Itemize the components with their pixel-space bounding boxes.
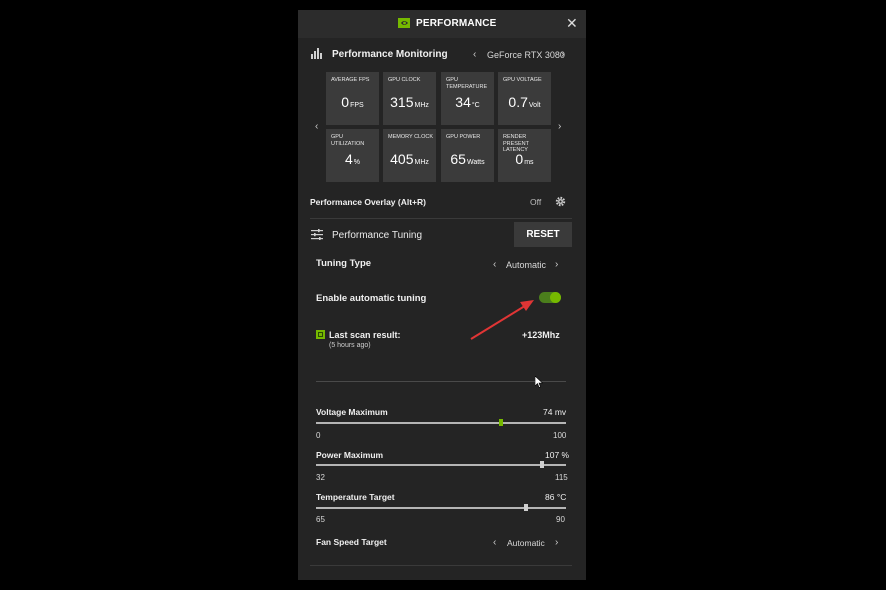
close-icon[interactable]: ✕ bbox=[566, 16, 578, 30]
sliders-icon bbox=[311, 229, 323, 240]
power-slider-track[interactable] bbox=[316, 464, 566, 466]
mouse-cursor-icon bbox=[535, 376, 543, 388]
last-scan-time: (5 hours ago) bbox=[329, 342, 371, 349]
fan-speed-next-chevron-icon[interactable]: › bbox=[555, 537, 558, 548]
bottom-divider bbox=[310, 565, 572, 566]
metric-label: GPU POWER bbox=[446, 134, 481, 140]
overlay-state[interactable]: Off bbox=[530, 197, 541, 207]
slider-value: 86 °C bbox=[545, 492, 567, 502]
fan-speed-prev-chevron-icon[interactable]: ‹ bbox=[493, 537, 496, 548]
slider-value: 107 % bbox=[545, 450, 570, 460]
performance-panel: PERFORMANCE ✕ Performance Monitoring ‹ G… bbox=[298, 10, 586, 580]
metric-tile: GPU POWER 65Watts bbox=[441, 129, 494, 182]
tuning-type-value: Automatic bbox=[506, 260, 547, 270]
tiles-prev-chevron-icon[interactable]: ‹ bbox=[315, 121, 318, 132]
reset-button[interactable]: RESET bbox=[514, 222, 572, 247]
overlay-label: Performance Overlay (Alt+R) bbox=[310, 197, 426, 207]
metric-tile: GPU VOLTAGE 0.7Volt bbox=[498, 72, 551, 125]
toggle-knob bbox=[550, 292, 561, 303]
voltage-slider-track[interactable] bbox=[316, 422, 566, 424]
slider-label: Voltage Maximum bbox=[316, 407, 388, 417]
slider-value: 74 mv bbox=[543, 407, 567, 417]
metric-tile: MEMORY CLOCK 405MHz bbox=[383, 129, 436, 182]
metric-unit: Volt bbox=[528, 102, 541, 109]
metric-value: 4 bbox=[344, 151, 353, 167]
fan-speed-value: Automatic bbox=[507, 538, 545, 548]
temperature-slider-thumb[interactable] bbox=[524, 504, 528, 511]
voltage-slider-thumb[interactable] bbox=[499, 419, 503, 426]
power-slider-thumb[interactable] bbox=[540, 461, 544, 468]
metric-tile: GPU UTILIZATION 4% bbox=[326, 129, 379, 182]
metric-value: 34 bbox=[455, 94, 471, 110]
scan-divider bbox=[316, 381, 566, 382]
tuning-type-next-chevron-icon[interactable]: › bbox=[555, 259, 558, 270]
metric-label: GPU VOLTAGE bbox=[503, 77, 542, 83]
slider-label: Power Maximum bbox=[316, 450, 384, 460]
metric-value: 0 bbox=[341, 94, 350, 110]
fan-speed-label: Fan Speed Target bbox=[316, 537, 387, 547]
tuning-title: Performance Tuning bbox=[332, 230, 423, 241]
metric-label: MEMORY CLOCK bbox=[388, 134, 434, 140]
metric-label: GPU TEMPERATURE bbox=[446, 77, 488, 90]
panel-title: PERFORMANCE bbox=[416, 18, 497, 29]
last-scan-label: Last scan result: bbox=[329, 330, 401, 340]
slider-min: 32 bbox=[316, 473, 325, 482]
metric-unit: ms bbox=[524, 159, 534, 166]
metric-label: GPU UTILIZATION bbox=[331, 134, 365, 147]
slider-max: 90 bbox=[556, 515, 565, 524]
metric-value: 315 bbox=[390, 94, 414, 110]
tuning-type-prev-chevron-icon[interactable]: ‹ bbox=[493, 259, 496, 270]
slider-max: 100 bbox=[553, 431, 567, 440]
metric-value: 0 bbox=[515, 151, 524, 167]
slider-min: 65 bbox=[316, 515, 325, 524]
gpu-next-chevron-icon[interactable]: › bbox=[561, 49, 564, 60]
slider-min: 0 bbox=[316, 431, 321, 440]
panel-header: PERFORMANCE ✕ bbox=[298, 10, 586, 38]
metric-tile: AVERAGE FPS 0FPS bbox=[326, 72, 379, 125]
metric-value: 0.7 bbox=[508, 94, 528, 110]
temperature-slider-track[interactable] bbox=[316, 507, 566, 509]
slider-label: Temperature Target bbox=[316, 492, 395, 502]
metric-value: 65 bbox=[450, 151, 466, 167]
metric-unit: % bbox=[353, 159, 361, 166]
metric-unit: Watts bbox=[466, 159, 485, 166]
divider bbox=[310, 218, 572, 219]
auto-tuning-label: Enable automatic tuning bbox=[316, 293, 427, 304]
last-scan-value: +123Mhz bbox=[522, 330, 560, 340]
tiles-next-chevron-icon[interactable]: › bbox=[558, 121, 561, 132]
metric-label: GPU CLOCK bbox=[388, 77, 421, 83]
metric-tile: GPU TEMPERATURE 34°C bbox=[441, 72, 494, 125]
monitoring-title: Performance Monitoring bbox=[332, 49, 448, 60]
metric-value: 405 bbox=[390, 151, 414, 167]
metric-unit: °C bbox=[471, 102, 480, 109]
metric-tile: RENDER PRESENT LATENCY 0ms bbox=[498, 129, 551, 182]
metric-unit: MHz bbox=[414, 159, 429, 166]
metric-unit: MHz bbox=[414, 102, 429, 109]
metric-label: AVERAGE FPS bbox=[331, 77, 370, 83]
tuning-type-label: Tuning Type bbox=[316, 258, 372, 269]
metric-unit: FPS bbox=[350, 102, 364, 109]
last-scan-checkbox[interactable] bbox=[316, 330, 325, 339]
metric-tile: GPU CLOCK 315MHz bbox=[383, 72, 436, 125]
gear-icon[interactable] bbox=[555, 196, 566, 207]
nvidia-logo-icon bbox=[398, 18, 410, 28]
chart-bars-icon bbox=[311, 48, 322, 59]
gpu-name: GeForce RTX 3080 bbox=[487, 50, 565, 60]
auto-tuning-toggle[interactable] bbox=[539, 292, 561, 303]
gpu-prev-chevron-icon[interactable]: ‹ bbox=[473, 49, 476, 60]
slider-max: 115 bbox=[555, 473, 568, 482]
